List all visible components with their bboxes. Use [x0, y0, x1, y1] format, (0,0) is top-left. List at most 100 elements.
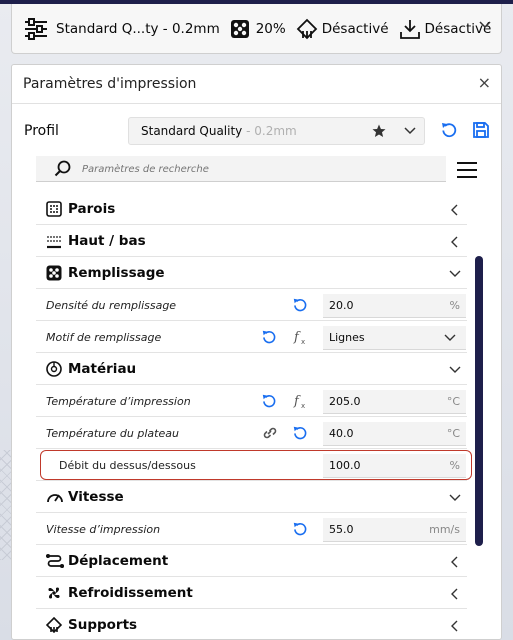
walls-icon [46, 201, 62, 217]
setting-label: Débit du dessus/dessous [59, 459, 196, 472]
category-label: Supports [68, 617, 138, 633]
search-box[interactable] [36, 156, 446, 182]
category-material[interactable]: Matériau [36, 353, 467, 385]
scrollbar-thumb[interactable] [475, 256, 483, 546]
input-value: 100.0 [329, 459, 361, 472]
input-value: 55.0 [329, 523, 354, 536]
setting-top-bottom-flow: Débit du dessus/dessous 100.0% [36, 449, 472, 481]
category-travel[interactable]: Déplacement [36, 545, 467, 577]
chevron-left-icon [451, 556, 459, 568]
function-icon: fx [292, 329, 308, 345]
category-label: Matériau [68, 361, 137, 377]
category-supports[interactable]: Supports [36, 609, 467, 640]
setting-label: Densité du remplissage [46, 299, 177, 312]
top-bottom-flow-input[interactable]: 100.0% [323, 454, 466, 478]
input-unit: °C [446, 427, 460, 440]
star-icon[interactable] [372, 124, 386, 138]
chevron-down-icon [444, 334, 456, 342]
infill-icon [46, 265, 62, 281]
setting-label: Vitesse d’impression [46, 523, 161, 536]
save-icon[interactable] [472, 121, 490, 139]
chevron-left-icon [451, 588, 459, 600]
input-value: 20.0 [329, 299, 354, 312]
category-walls[interactable]: Parois [36, 193, 467, 225]
panel-title: Paramètres d'impression [23, 76, 197, 92]
reset-icon[interactable] [292, 297, 308, 313]
setting-print-speed: Vitesse d’impression 55.0 mm/s [36, 513, 467, 545]
setting-label: Motif de remplissage [46, 331, 162, 344]
chevron-down-icon[interactable] [479, 21, 491, 29]
setting-print-temperature: Température d’impression fx 205.0 °C [36, 385, 467, 417]
chevron-down-icon[interactable] [404, 127, 416, 135]
category-cooling[interactable]: Refroidissement [36, 577, 467, 609]
svg-text:f: f [293, 394, 301, 409]
profile-summary: Standard Q...ty - 0.2mm [56, 20, 220, 37]
reset-icon[interactable] [292, 425, 308, 441]
profile-name: Standard Quality [141, 124, 243, 138]
setting-label: Température du plateau [46, 427, 179, 440]
close-icon[interactable]: × [478, 75, 491, 91]
reset-icon[interactable] [292, 521, 308, 537]
support-icon [296, 16, 318, 42]
input-value: 40.0 [329, 427, 354, 440]
input-unit: % [449, 459, 460, 472]
infill-density-input[interactable]: 20.0% [323, 294, 466, 318]
reset-icon[interactable] [261, 329, 277, 345]
infill-summary: 20% [255, 20, 286, 37]
infill-icon [230, 16, 250, 42]
select-value: Lignes [329, 331, 365, 344]
setting-infill-pattern: Motif de remplissage fx Lignes [36, 321, 467, 353]
profile-variant: - 0.2mm [242, 124, 297, 138]
setting-bed-temperature: Température du plateau 40.0 °C [36, 417, 467, 449]
fan-icon [46, 585, 62, 601]
support-summary: Désactivé [321, 20, 389, 37]
material-icon [46, 361, 62, 377]
divider [12, 103, 501, 104]
setting-infill-density: Densité du remplissage 20.0% [36, 289, 467, 321]
adhesion-icon [399, 16, 421, 42]
bed-temperature-input[interactable]: 40.0 °C [323, 422, 466, 446]
category-label: Haut / bas [68, 233, 146, 249]
category-label: Parois [68, 201, 116, 217]
search-input[interactable] [82, 159, 422, 179]
speedometer-icon [46, 489, 64, 505]
svg-text:x: x [301, 338, 305, 345]
top-bottom-icon [46, 233, 62, 249]
input-value: 205.0 [329, 395, 361, 408]
category-label: Refroidissement [68, 585, 193, 601]
search-icon [54, 160, 72, 178]
category-label: Vitesse [68, 489, 124, 505]
print-temperature-input[interactable]: 205.0 °C [323, 390, 466, 414]
sliders-icon [24, 16, 48, 42]
settings-list: Parois Haut / bas Remplissage Densité du… [36, 193, 472, 640]
setting-label: Température d’impression [46, 395, 191, 408]
category-label: Déplacement [68, 553, 169, 569]
travel-icon [46, 553, 64, 569]
chevron-left-icon [451, 620, 459, 632]
menu-icon[interactable] [456, 161, 478, 179]
print-settings-header[interactable]: Standard Q...ty - 0.2mm 20% Désactivé Dé… [11, 4, 502, 54]
chevron-down-icon [449, 270, 461, 278]
chevron-left-icon [451, 204, 459, 216]
infill-pattern-select[interactable]: Lignes [323, 326, 466, 350]
reset-profile-icon[interactable] [440, 121, 458, 139]
print-speed-input[interactable]: 55.0 mm/s [323, 518, 466, 542]
link-icon [261, 425, 279, 441]
svg-text:x: x [301, 402, 305, 409]
input-unit: mm/s [429, 523, 460, 536]
category-label: Remplissage [68, 265, 165, 281]
category-top-bottom[interactable]: Haut / bas [36, 225, 467, 257]
print-settings-panel: Paramètres d'impression × Profil Standar… [11, 64, 502, 640]
chevron-down-icon [449, 494, 461, 502]
profile-select[interactable]: Standard Quality - 0.2mm [128, 117, 425, 145]
reset-icon[interactable] [261, 393, 277, 409]
chevron-left-icon [451, 236, 459, 248]
chevron-down-icon [449, 366, 461, 374]
input-unit: % [449, 299, 460, 312]
function-icon: fx [292, 393, 308, 409]
svg-text:f: f [293, 330, 301, 345]
support-icon [46, 617, 62, 633]
input-unit: °C [446, 395, 460, 408]
category-infill[interactable]: Remplissage [36, 257, 467, 289]
category-speed[interactable]: Vitesse [36, 481, 467, 513]
